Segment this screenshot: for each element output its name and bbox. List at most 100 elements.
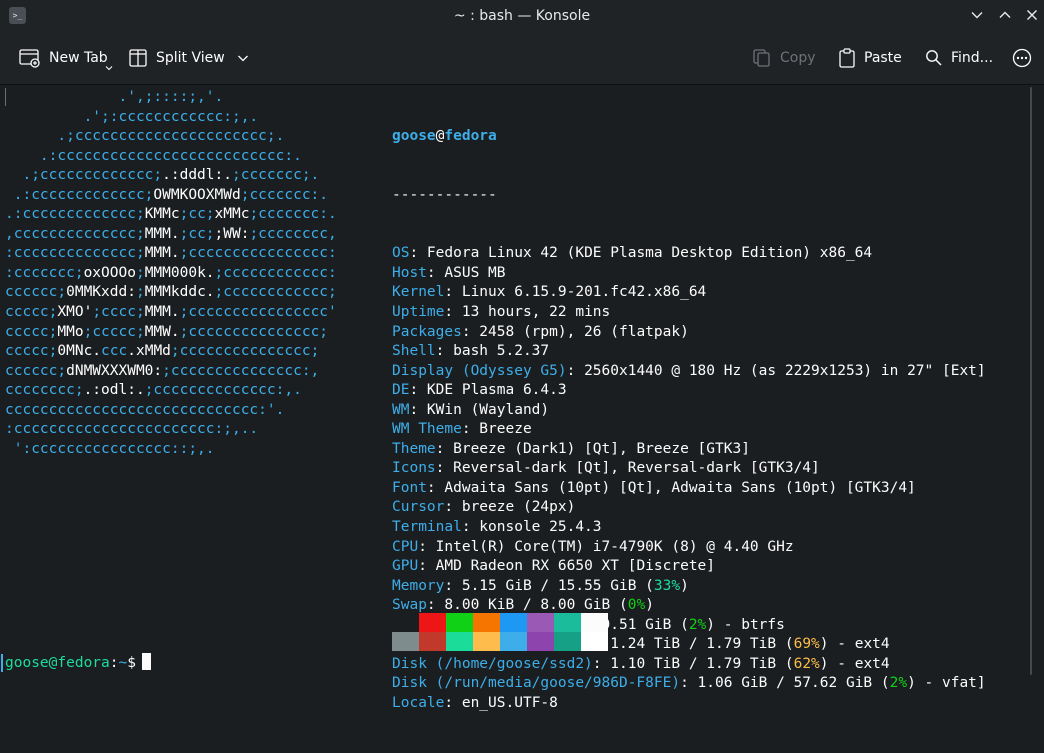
- info-value: 33%: [653, 577, 681, 594]
- info-line: Disk (/run/media/goose/986D-F8FE): 1.06 …: [392, 674, 986, 694]
- logo-segment: MMMkddc.: [144, 284, 215, 301]
- logo-line: .;ccccccccccccc;.:dddl:.;ccccccc;.: [5, 166, 337, 186]
- info-value: : AMD Radeon RX 6650 XT [Discrete]: [418, 558, 716, 575]
- logo-segment: .:odl:.: [83, 382, 145, 399]
- info-key: Cursor: [392, 499, 445, 516]
- window-title: ~ : bash — Konsole: [453, 8, 591, 24]
- info-value: : Intel(R) Core(TM) i7-4790K (8) @ 4.40 …: [418, 538, 794, 555]
- split-view-button[interactable]: Split View: [128, 46, 249, 70]
- logo-line: .:cccccccccccccccccccccccccc:.: [5, 147, 337, 167]
- new-tab-icon: [19, 49, 40, 68]
- logo-segment: 0MNc.: [57, 343, 102, 360]
- new-tab-button[interactable]: New Tab: [19, 46, 113, 71]
- info-key: Terminal: [392, 519, 462, 536]
- palette-swatch: [473, 613, 500, 632]
- palette-swatch: [554, 632, 581, 651]
- logo-segment: :ccccccc;: [5, 264, 84, 281]
- info-value: : en_US.UTF-8: [444, 694, 558, 711]
- info-line: Host: ASUS MB: [392, 264, 986, 284]
- color-palette: [392, 613, 608, 651]
- palette-swatch: [392, 632, 419, 651]
- shell-prompt[interactable]: goose@fedora:~$: [5, 653, 151, 674]
- logo-segment: .';:cccccccccccc:;,.: [5, 108, 259, 125]
- info-value: : Reversal-dark [Qt], Reversal-dark [GTK…: [435, 460, 820, 477]
- info-line: Locale: en_US.UTF-8: [392, 694, 986, 714]
- info-host: fedora: [444, 128, 497, 145]
- title-bar[interactable]: >_ ~ : bash — Konsole: [0, 0, 1044, 32]
- palette-swatch: [527, 613, 554, 632]
- info-key: WM Theme: [392, 421, 462, 438]
- search-icon: [926, 50, 942, 66]
- palette-row-bright: [392, 632, 608, 651]
- logo-segment: XMO': [57, 304, 93, 321]
- konsole-window: >_ ~ : bash — Konsole New Tab Split View…: [0, 0, 1044, 711]
- copy-button[interactable]: Copy: [752, 46, 816, 70]
- info-line: Shell: bash 5.2.37: [392, 342, 986, 362]
- logo-segment: oxOOOo: [83, 264, 136, 281]
- more-options-button[interactable]: [1012, 46, 1032, 70]
- info-line: Theme: Breeze (Dark1) [Qt], Breeze [GTK3…: [392, 440, 986, 460]
- split-view-icon: [129, 49, 147, 67]
- logo-segment: ;cccccccccccc:: [214, 264, 337, 281]
- scrollbar[interactable]: [1026, 85, 1044, 677]
- logo-segment: :cccccccccccccc;: [5, 245, 145, 262]
- scrollbar-handle[interactable]: [1030, 87, 1032, 675]
- info-value: 62%: [793, 655, 820, 672]
- info-separator: ------------: [392, 186, 497, 203]
- logo-segment: ;: [135, 284, 145, 301]
- close-icon: [1027, 10, 1037, 20]
- paste-label: Paste: [864, 50, 902, 66]
- prompt-symbol: $: [127, 655, 136, 671]
- prompt-marker: [1, 654, 3, 672]
- logo-segment: ;ccccccccccccccc:,: [162, 362, 320, 379]
- info-value: : konsole 25.4.3: [461, 519, 602, 536]
- logo-segment: MMW.: [144, 323, 180, 340]
- logo-line: ccccc;XMO';cccc;MMM.;cccccccccccccccc': [5, 303, 337, 323]
- logo-segment: ;cccccccccccccccc:: [179, 245, 337, 262]
- info-line: Uptime: 13 hours, 22 mins: [392, 303, 986, 323]
- info-line: CPU: Intel(R) Core(TM) i7-4790K (8) @ 4.…: [392, 538, 986, 558]
- paste-button[interactable]: Paste: [838, 46, 902, 70]
- logo-segment: cccccc;: [5, 284, 67, 301]
- info-line: Font: Adwaita Sans (10pt) [Qt], Adwaita …: [392, 479, 986, 499]
- paste-icon: [839, 48, 855, 68]
- toolbar: New Tab Split View Copy Paste Find...: [0, 32, 1044, 85]
- logo-line: cccccccc;.:odl:.;cccccccccccccc:,.: [5, 381, 337, 401]
- more-options-icon: [1012, 48, 1032, 68]
- info-key: Host: [392, 264, 427, 281]
- maximize-button[interactable]: [998, 8, 1012, 22]
- info-value: : 13 hours, 22 mins: [444, 304, 611, 321]
- close-button[interactable]: [1025, 8, 1039, 22]
- logo-segment: .:dddl:.: [162, 167, 232, 184]
- info-key: Kernel: [392, 284, 445, 301]
- info-value: : 1.06 GiB / 57.62 GiB (: [680, 675, 890, 692]
- logo-segment: KMMc: [144, 206, 180, 223]
- chevron-up-icon: [999, 11, 1011, 18]
- logo-line: .',;::::;,'.: [5, 88, 337, 108]
- info-key: Disk (/home/goose/ssd2): [392, 655, 593, 672]
- logo-segment: MMM000k.: [144, 264, 215, 281]
- logo-line: .;cccccccccccccccccccccc;.: [5, 127, 337, 147]
- minimize-button[interactable]: [970, 8, 984, 22]
- info-key: Disk (/run/media/goose/986D-F8FE): [392, 675, 681, 692]
- logo-segment: cccccc;: [5, 362, 67, 379]
- logo-line: cccccc;dNMWXXXWM0:;ccccccccccccccc:,: [5, 362, 337, 382]
- logo-segment: ,cccccccccccccc;: [5, 225, 145, 242]
- info-value: : 2458 (rpm), 26 (flatpak): [461, 323, 689, 340]
- logo-segment: .:cccccccccccccccccccccccccc:.: [5, 147, 302, 164]
- info-key: CPU: [392, 538, 419, 555]
- info-value: : KDE Plasma 6.4.3: [409, 382, 567, 399]
- logo-line: :cccccccccccccc;MMM.;cccccccccccccccc:: [5, 244, 337, 264]
- logo-segment: ccccc;: [5, 343, 58, 360]
- palette-swatch: [392, 613, 419, 632]
- chevron-down-icon: [237, 55, 248, 62]
- info-line: GPU: AMD Radeon RX 6650 XT [Discrete]: [392, 557, 986, 577]
- logo-line: .';:cccccccccccc:;,.: [5, 108, 337, 128]
- find-button[interactable]: Find...: [925, 46, 993, 70]
- info-value: : 5.15 GiB / 15.55 GiB (: [444, 577, 654, 594]
- palette-swatch: [581, 632, 608, 651]
- logo-segment: xMMc: [214, 206, 250, 223]
- info-key: Memory: [392, 577, 445, 594]
- info-value: : 8.00 KiB / 8.00 GiB (: [426, 597, 628, 614]
- info-key: Packages: [392, 323, 462, 340]
